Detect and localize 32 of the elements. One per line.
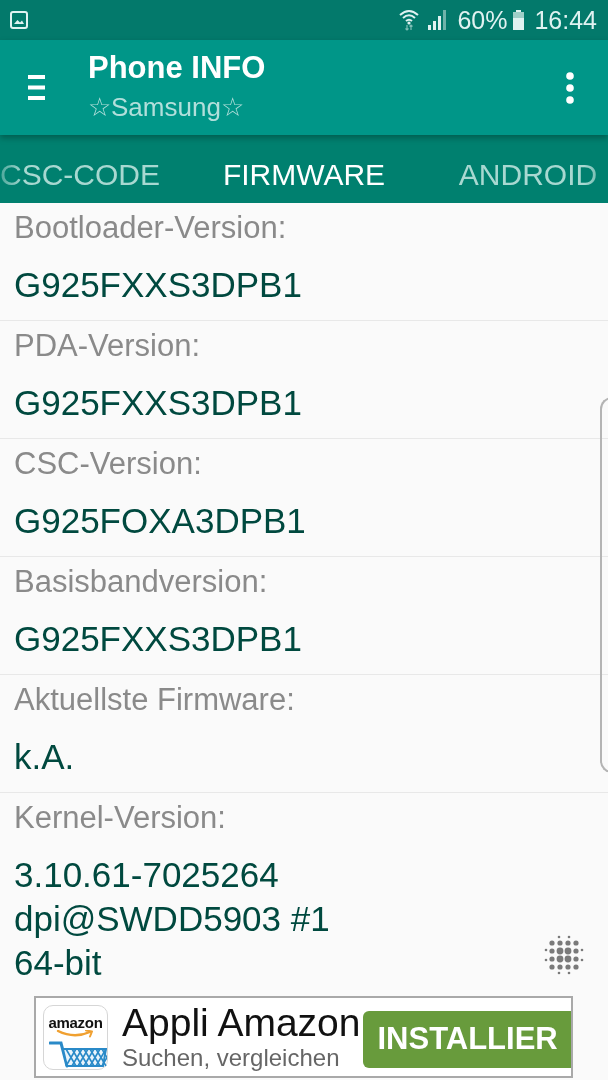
menu-icon — [27, 75, 45, 100]
field-value: G925FXXS3DPB1 — [14, 618, 302, 660]
install-button[interactable]: INSTALLIER — [363, 1010, 571, 1068]
dot-grid-icon[interactable] — [544, 935, 584, 975]
field-value: G925FOXA3DPB1 — [14, 500, 306, 542]
signal-icon — [427, 10, 448, 30]
field-value: 3.10.61-7025264 dpi@SWDD5903 #1 64-bit — [14, 854, 330, 984]
battery-icon — [513, 10, 525, 30]
field-value: G925FXXS3DPB1 — [14, 382, 302, 424]
field-label: Basisbandversion: — [14, 563, 268, 601]
shopping-cart-icon — [48, 1039, 107, 1068]
tab[interactable]: ANDROID — [416, 135, 608, 203]
tab[interactable]: CSC-CODE — [0, 135, 192, 203]
image-notification-icon — [10, 11, 28, 29]
wifi-icon — [399, 9, 420, 31]
app-title: Phone INFO — [88, 49, 266, 86]
battery-percent: 60% — [457, 5, 508, 35]
ad-subtitle: Suchen, vergleichen — [122, 1044, 341, 1072]
field-value: k.A. — [14, 736, 75, 778]
tab[interactable]: FIRMWARE — [192, 135, 416, 203]
field-label: Bootloader-Version: — [14, 209, 287, 247]
app-subtitle: ☆Samsung☆ — [88, 90, 245, 124]
field-label: PDA-Version: — [14, 327, 201, 365]
smile-arrow-icon — [55, 1029, 96, 1038]
clock-time: 16:44 — [534, 5, 597, 35]
field-label: Aktuellste Firmware: — [14, 681, 295, 719]
field-label: Kernel-Version: — [14, 799, 226, 837]
more-options-icon — [566, 71, 574, 104]
field-label: CSC-Version: — [14, 445, 202, 483]
logo-text: amazon — [48, 1014, 103, 1030]
field-value: G925FXXS3DPB1 — [14, 264, 302, 306]
ad-title: Appli Amazon — [122, 1002, 361, 1044]
